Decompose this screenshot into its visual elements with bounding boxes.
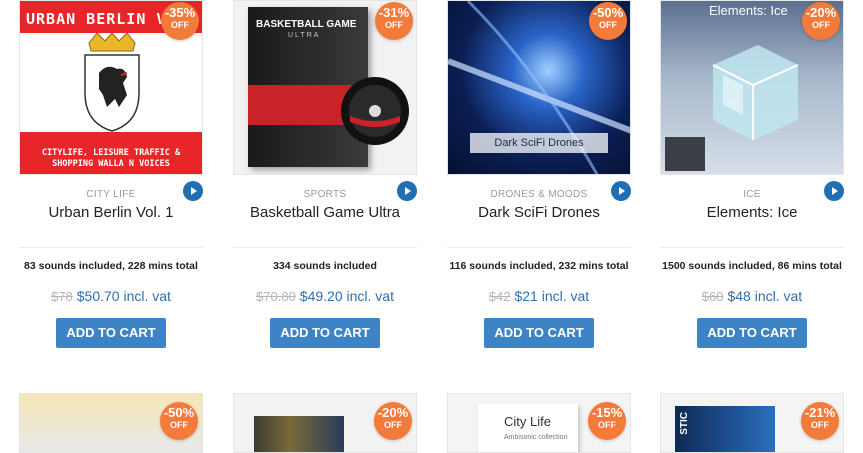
publisher-logo bbox=[665, 137, 705, 171]
product-title[interactable]: Elements: Ice bbox=[660, 204, 844, 221]
product-description: 116 sounds included, 232 mins total bbox=[449, 260, 629, 272]
add-to-cart-button[interactable]: ADD TO CART bbox=[270, 318, 380, 348]
discount-badge: -20% OFF bbox=[374, 402, 412, 440]
discount-badge: -21% OFF bbox=[801, 402, 839, 440]
divider bbox=[660, 247, 844, 248]
product-card-basketball: BASKETBALL GAME ULTRA -31% OFF SPORTS Ba… bbox=[233, 0, 417, 350]
old-price: $42 bbox=[488, 289, 511, 304]
product-box: City Life Ambisonic collection bbox=[478, 404, 578, 452]
product-category[interactable]: CITY LIFE bbox=[19, 189, 203, 200]
product-category[interactable]: DRONES & MOODS bbox=[447, 189, 631, 200]
product-image[interactable]: -50% OFF bbox=[19, 393, 203, 453]
add-to-cart-button[interactable]: ADD TO CART bbox=[484, 318, 594, 348]
discount-badge: -50% OFF bbox=[589, 2, 627, 40]
divider bbox=[19, 247, 203, 248]
product-title[interactable]: Basketball Game Ultra bbox=[233, 204, 417, 221]
sale-price: $49.20 incl. vat bbox=[299, 288, 394, 304]
sale-price: $48 incl. vat bbox=[727, 288, 803, 304]
disc-icon bbox=[341, 77, 409, 145]
product-card-urban-berlin: URBAN BERLIN V CITYLIFE, LEISURE TRAFFIC… bbox=[19, 0, 203, 350]
product-image[interactable]: STIC -21% OFF bbox=[660, 393, 844, 453]
old-price: $60 bbox=[701, 289, 724, 304]
divider bbox=[447, 247, 631, 248]
add-to-cart-button[interactable]: ADD TO CART bbox=[56, 318, 166, 348]
product-price: $60 $48 incl. vat bbox=[660, 288, 844, 304]
product-image[interactable]: -20% OFF bbox=[233, 393, 417, 453]
image-caption: Elements: Ice bbox=[709, 3, 788, 18]
discount-badge: -50% OFF bbox=[160, 402, 198, 440]
sale-price: $21 incl. vat bbox=[514, 288, 590, 304]
product-category[interactable]: ICE bbox=[660, 189, 844, 200]
image-caption: CITYLIFE, LEISURE TRAFFIC & SHOPPING WAL… bbox=[41, 148, 181, 169]
product-card-dark-scifi: Dark SciFi Drones -50% OFF DRONES & MOOD… bbox=[447, 0, 631, 350]
product-description: 1500 sounds included, 86 mins total bbox=[662, 260, 842, 272]
add-to-cart-button[interactable]: ADD TO CART bbox=[697, 318, 807, 348]
product-title[interactable]: Urban Berlin Vol. 1 bbox=[19, 204, 203, 221]
discount-badge: -20% OFF bbox=[802, 2, 840, 40]
product-card-elements-ice: Elements: Ice -20% OFF ICE Elements: Ice… bbox=[660, 0, 844, 350]
product-category[interactable]: SPORTS bbox=[233, 189, 417, 200]
product-description: 83 sounds included, 228 mins total bbox=[24, 260, 198, 272]
image-caption: URBAN BERLIN V bbox=[26, 10, 167, 28]
discount-badge: -15% OFF bbox=[588, 402, 626, 440]
image-caption: Dark SciFi Drones bbox=[470, 133, 608, 153]
discount-badge: -31% OFF bbox=[375, 2, 413, 40]
product-title[interactable]: Dark SciFi Drones bbox=[447, 204, 631, 221]
product-price: $78 $50.70 incl. vat bbox=[19, 288, 203, 304]
discount-badge: -35% OFF bbox=[161, 2, 199, 40]
product-box bbox=[254, 416, 344, 452]
product-price: $70.80 $49.20 incl. vat bbox=[233, 288, 417, 304]
ice-cube-icon bbox=[712, 45, 799, 140]
divider bbox=[233, 247, 417, 248]
product-description: 334 sounds included bbox=[273, 260, 377, 272]
product-box: STIC bbox=[675, 406, 775, 452]
sale-price: $50.70 incl. vat bbox=[76, 288, 171, 304]
product-price: $42 $21 incl. vat bbox=[447, 288, 631, 304]
old-price: $70.80 bbox=[256, 289, 296, 304]
product-image[interactable]: City Life Ambisonic collection -15% OFF bbox=[447, 393, 631, 453]
berlin-crest-icon bbox=[84, 33, 140, 132]
old-price: $78 bbox=[51, 289, 73, 304]
